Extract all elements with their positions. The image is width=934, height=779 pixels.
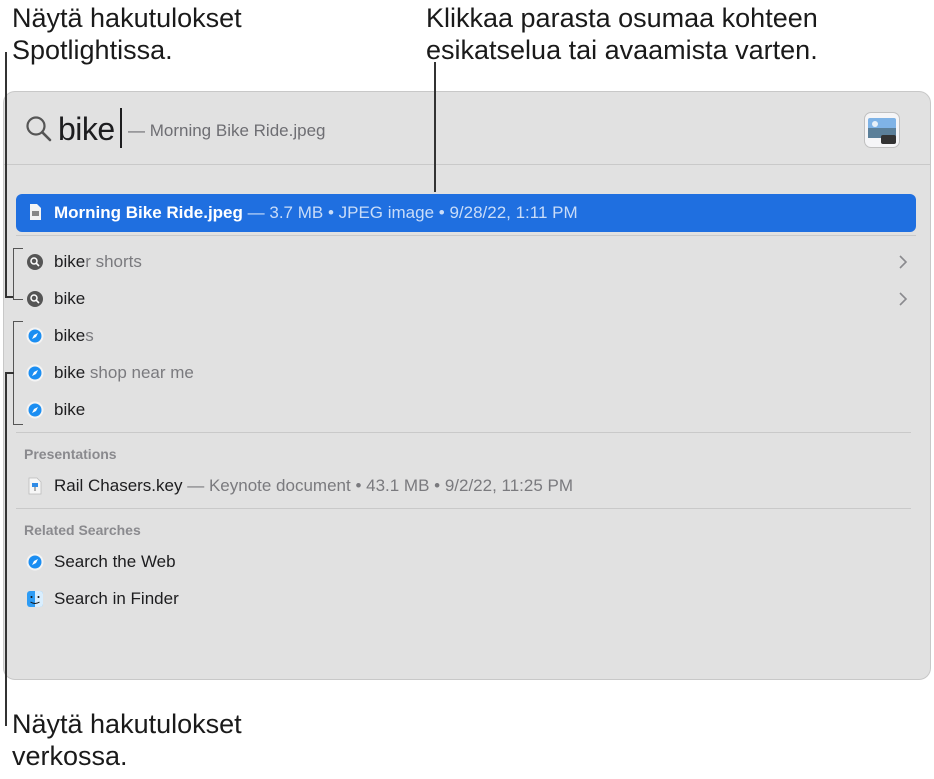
- top-hit-meta: — 3.7 MB • JPEG image • 9/28/22, 1:11 PM: [247, 203, 578, 222]
- callout-leader-line: [5, 372, 7, 726]
- spotlight-suggestion-row[interactable]: biker shorts: [16, 244, 916, 280]
- callout-text-line: verkossa.: [12, 741, 128, 771]
- top-hit-row[interactable]: Morning Bike Ride.jpeg — 3.7 MB • JPEG i…: [16, 194, 916, 232]
- suggestion-match: bike: [54, 326, 86, 345]
- search-web-label: Search the Web: [54, 552, 176, 571]
- suggestion-match: bike: [54, 252, 86, 271]
- top-hit-name: Morning Bike Ride.jpeg: [54, 203, 243, 222]
- finder-icon: [27, 591, 43, 607]
- safari-icon: [26, 401, 44, 419]
- web-suggestion-row[interactable]: bike: [16, 392, 916, 428]
- search-finder-row[interactable]: Search in Finder: [16, 581, 916, 617]
- section-divider: [16, 235, 916, 236]
- jpeg-file-icon: [30, 204, 41, 220]
- search-icon: [26, 116, 52, 142]
- suggestion-text: biker shorts: [54, 244, 142, 280]
- callout-top-hit: Klikkaa parasta osumaa kohteen esikatsel…: [426, 2, 818, 66]
- search-finder-label: Search in Finder: [54, 589, 179, 608]
- search-web-row[interactable]: Search the Web: [16, 544, 916, 580]
- search-icon: [27, 291, 43, 307]
- search-icon: [27, 254, 43, 270]
- presentation-text: Rail Chasers.key — Keynote document • 43…: [54, 468, 573, 504]
- callout-text-line: Klikkaa parasta osumaa kohteen: [426, 3, 818, 33]
- safari-icon: [26, 327, 44, 345]
- search-completion: — Morning Bike Ride.jpeg: [128, 121, 326, 140]
- preview-icon[interactable]: [864, 112, 900, 148]
- search-field[interactable]: bike — Morning Bike Ride.jpeg: [4, 92, 930, 164]
- callout-leader-line: [5, 52, 7, 297]
- presentation-result-row[interactable]: Rail Chasers.key — Keynote document • 43…: [16, 468, 916, 504]
- presentation-meta: — Keynote document • 43.1 MB • 9/2/22, 1…: [187, 476, 574, 495]
- section-divider: [16, 508, 911, 509]
- callout-text-line: esikatselua tai avaamista varten.: [426, 35, 818, 65]
- spotlight-suggestions-bracket: [13, 248, 23, 300]
- callout-text-line: Spotlightissa.: [12, 35, 173, 65]
- text-caret: [120, 108, 122, 148]
- image-preview-icon: [868, 118, 896, 144]
- suggestion-match: bike: [54, 289, 86, 308]
- callout-web-results: Näytä hakutulokset verkossa.: [12, 708, 242, 772]
- suggestion-rest: s: [85, 326, 94, 345]
- top-hit-label: Morning Bike Ride.jpeg — 3.7 MB • JPEG i…: [54, 194, 578, 232]
- chevron-right-icon: [899, 292, 908, 306]
- web-suggestion-row[interactable]: bike shop near me: [16, 355, 916, 391]
- callout-text-line: Näytä hakutulokset: [12, 709, 242, 739]
- safari-icon: [26, 364, 44, 382]
- keynote-icon: [28, 477, 42, 495]
- suggestion-text: bike: [54, 281, 85, 317]
- search-divider: [4, 164, 930, 165]
- suggestion-text: bike shop near me: [54, 355, 194, 391]
- callout-leader-line: [434, 62, 436, 192]
- suggestion-text: bikes: [54, 318, 94, 354]
- section-divider: [16, 432, 911, 433]
- suggestion-rest: r shorts: [85, 252, 142, 271]
- callout-spotlight-results: Näytä hakutulokset Spotlightissa.: [12, 2, 242, 66]
- web-suggestions-bracket: [13, 321, 23, 425]
- web-suggestion-row[interactable]: bikes: [16, 318, 916, 354]
- suggestion-text: bike: [54, 392, 85, 428]
- section-header-presentations: Presentations: [24, 446, 117, 462]
- section-header-related-searches: Related Searches: [24, 522, 141, 538]
- callout-text-line: Näytä hakutulokset: [12, 3, 242, 33]
- suggestion-match: bike: [54, 363, 86, 382]
- suggestion-match: bike: [54, 400, 86, 419]
- search-query[interactable]: bike: [58, 110, 115, 148]
- spotlight-panel: bike — Morning Bike Ride.jpeg Morning Bi…: [3, 91, 931, 680]
- spotlight-suggestion-row[interactable]: bike: [16, 281, 916, 317]
- chevron-right-icon: [899, 255, 908, 269]
- presentation-name: Rail Chasers.key: [54, 476, 183, 495]
- safari-icon: [26, 553, 44, 571]
- suggestion-rest: shop near me: [85, 363, 194, 382]
